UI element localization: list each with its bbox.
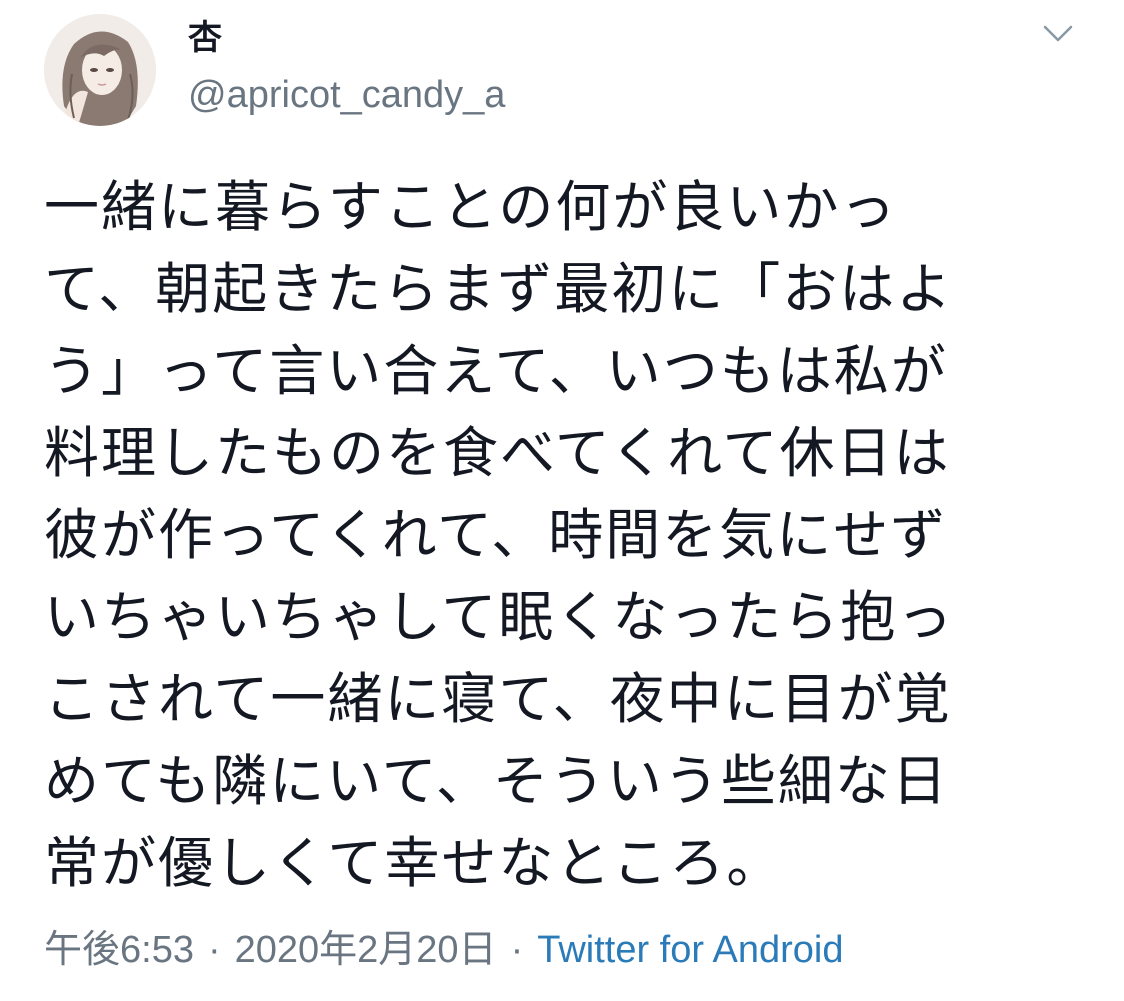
tweet-text-line: 彼が作ってくれて、時間を気にせず <box>44 503 948 567</box>
user-handle[interactable]: @apricot_candy_a <box>188 72 505 118</box>
avatar-illustration-icon <box>44 14 156 126</box>
tweet-text-line: て、朝起きたらまず最初に「おはよ <box>44 257 954 321</box>
meta-separator: · <box>510 929 524 971</box>
tweet-menu-button[interactable] <box>1036 14 1080 54</box>
tweet-text-line: う」って言い合えて、いつもは私が <box>44 339 948 403</box>
tweet-text-line: めても隣にいて、そういう些細な日 <box>44 749 949 813</box>
tweet-text: 一緒に暮らすことの何が良いかっ て、朝起きたらまず最初に「おはよ う」って言い合… <box>44 166 1084 904</box>
display-name[interactable]: 杏 <box>188 18 222 58</box>
tweet-card: 杏 @apricot_candy_a 一緒に暮らすことの何が良いかっ て、朝起き… <box>0 0 1124 1001</box>
meta-separator: · <box>207 929 221 971</box>
tweet-text-line: こされて一緒に寝て、夜中に目が覚 <box>44 667 952 731</box>
chevron-down-icon <box>1043 25 1073 42</box>
tweet-time[interactable]: 午後6:53 <box>44 929 194 971</box>
tweet-text-line: いちゃいちゃして眠くなったら抱っ <box>44 585 955 649</box>
tweet-date[interactable]: 2020年2月20日 <box>235 929 497 971</box>
tweet-text-line: 料理したものを食べてくれて休日は <box>44 421 951 485</box>
tweet-text-line: 常が優しくて幸せなところ。 <box>44 831 784 895</box>
tweet-source-link[interactable]: Twitter for Android <box>537 929 843 971</box>
tweet-meta: 午後6:53 · 2020年2月20日 · Twitter for Android <box>44 926 843 974</box>
profile-avatar[interactable] <box>44 14 156 126</box>
tweet-text-line: 一緒に暮らすことの何が良いかっ <box>44 175 898 239</box>
